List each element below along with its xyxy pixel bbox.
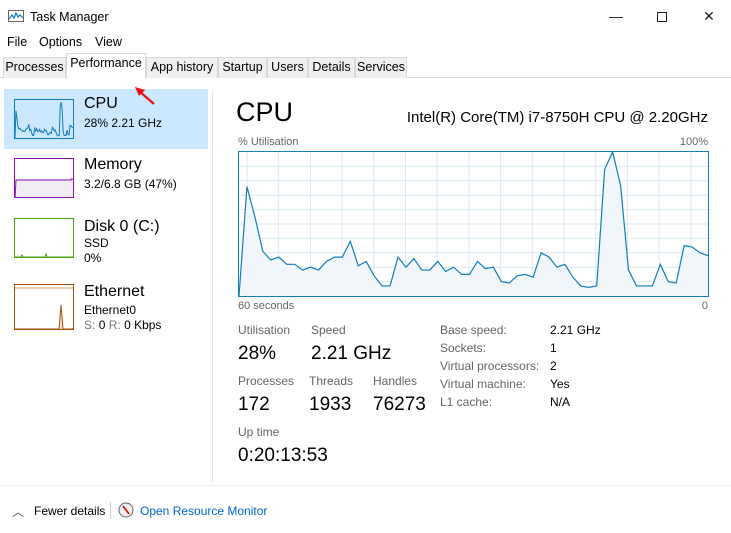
tab-startup[interactable]: Startup [218, 57, 267, 78]
footer-separator [110, 502, 111, 519]
open-resource-monitor-link[interactable]: Open Resource Monitor [140, 504, 267, 518]
sidebar-item-label: Disk 0 (C:) [84, 218, 160, 235]
menu-file[interactable]: File [7, 35, 27, 49]
threads-label: Threads [309, 374, 354, 388]
send-value: 0 [98, 318, 106, 332]
detail-value: 2 [550, 359, 557, 373]
threads-value: 1933 [309, 394, 352, 415]
footer-divider [0, 485, 731, 486]
receive-label: R: [108, 318, 121, 332]
tab-app-history[interactable]: App history [146, 57, 218, 78]
detail-value: 1 [550, 341, 557, 355]
utilisation-label: Utilisation [238, 323, 291, 337]
sidebar-item-adapter: Ethernet0 [84, 303, 137, 317]
speed-label: Speed [311, 323, 346, 337]
sidebar-item-type: SSD [84, 236, 109, 250]
tab-services[interactable]: Services [355, 57, 407, 78]
x-end-label: 0 [701, 300, 708, 312]
processes-value: 172 [238, 394, 270, 415]
cpu-thumbnail-line [15, 101, 73, 138]
sidebar-item-value: 28% 2.21 GHz [84, 116, 163, 130]
title-bar: Task Manager — ✕ [0, 0, 731, 32]
sidebar-item-value: S: 0 R: 0 Kbps [84, 318, 161, 332]
sidebar-item-label: Memory [84, 156, 142, 173]
cpu-model: Intel(R) Core(TM) i7-8750H CPU @ 2.20GHz [406, 109, 708, 126]
page-title: CPU [236, 97, 294, 127]
maximize-button[interactable] [642, 4, 682, 28]
tab-processes[interactable]: Processes [3, 57, 66, 78]
detail-label: Virtual machine: [440, 377, 526, 391]
disk-thumbnail-graph [14, 218, 74, 258]
sidebar-item-ethernet[interactable]: Ethernet Ethernet0 S: 0 R: 0 Kbps [4, 275, 208, 335]
sidebar-item-value: 0% [84, 251, 102, 265]
window-title: Task Manager [30, 10, 109, 24]
menu-options[interactable]: Options [39, 35, 82, 49]
red-arrow-annotation [135, 87, 155, 105]
detail-label: Sockets: [440, 341, 487, 355]
minimize-button[interactable]: — [596, 4, 636, 28]
uptime-value: 0:20:13:53 [238, 445, 328, 466]
detail-value: N/A [550, 395, 571, 409]
tab-performance[interactable]: Performance [66, 53, 146, 79]
task-manager-icon [8, 10, 24, 22]
processes-label: Processes [238, 374, 295, 388]
uptime-label: Up time [238, 425, 280, 439]
detail-label: Virtual processors: [440, 359, 540, 373]
sidebar-item-cpu[interactable]: CPU 28% 2.21 GHz [4, 89, 208, 149]
speed-value: 2.21 GHz [311, 343, 392, 364]
chevron-up-icon: ︿ [12, 505, 25, 519]
ethernet-thumbnail-graph [14, 284, 74, 330]
handles-label: Handles [373, 374, 418, 388]
maximize-icon [657, 12, 667, 23]
close-icon: ✕ [703, 8, 715, 24]
tab-bar: Processes Startup App history Users Deta… [0, 53, 731, 79]
cpu-thumbnail-graph [14, 99, 74, 139]
tab-users[interactable]: Users [267, 57, 308, 78]
close-button[interactable]: ✕ [689, 4, 729, 28]
sidebar-item-value: 3.2/6.8 GB (47%) [84, 177, 177, 191]
handles-value: 76273 [373, 394, 426, 415]
detail-label: Base speed: [440, 323, 507, 337]
send-label: S: [84, 318, 96, 332]
fewer-details-label: Fewer details [34, 504, 106, 518]
tab-details[interactable]: Details [308, 57, 355, 78]
sidebar-divider [212, 90, 213, 482]
cpu-utilisation-graph [238, 151, 709, 297]
sidebar-item-memory[interactable]: Memory 3.2/6.8 GB (47%) [4, 149, 208, 209]
y-axis-label: % Utilisation [238, 136, 299, 148]
utilisation-value: 28% [238, 343, 277, 364]
detail-label: L1 cache: [440, 395, 493, 409]
sidebar-item-label: CPU [84, 95, 118, 112]
detail-value: Yes [550, 377, 570, 391]
sidebar-item-label: Ethernet [84, 283, 145, 300]
memory-thumbnail-graph [14, 158, 74, 198]
sidebar-item-disk[interactable]: Disk 0 (C:) SSD 0% [4, 209, 208, 269]
minimize-icon: — [609, 8, 623, 24]
resource-monitor-icon [118, 502, 134, 518]
y-max-label: 100% [679, 136, 708, 148]
x-start-label: 60 seconds [238, 300, 295, 312]
menu-view[interactable]: View [95, 35, 122, 49]
detail-value: 2.21 GHz [550, 323, 601, 337]
receive-value: 0 Kbps [124, 318, 162, 332]
